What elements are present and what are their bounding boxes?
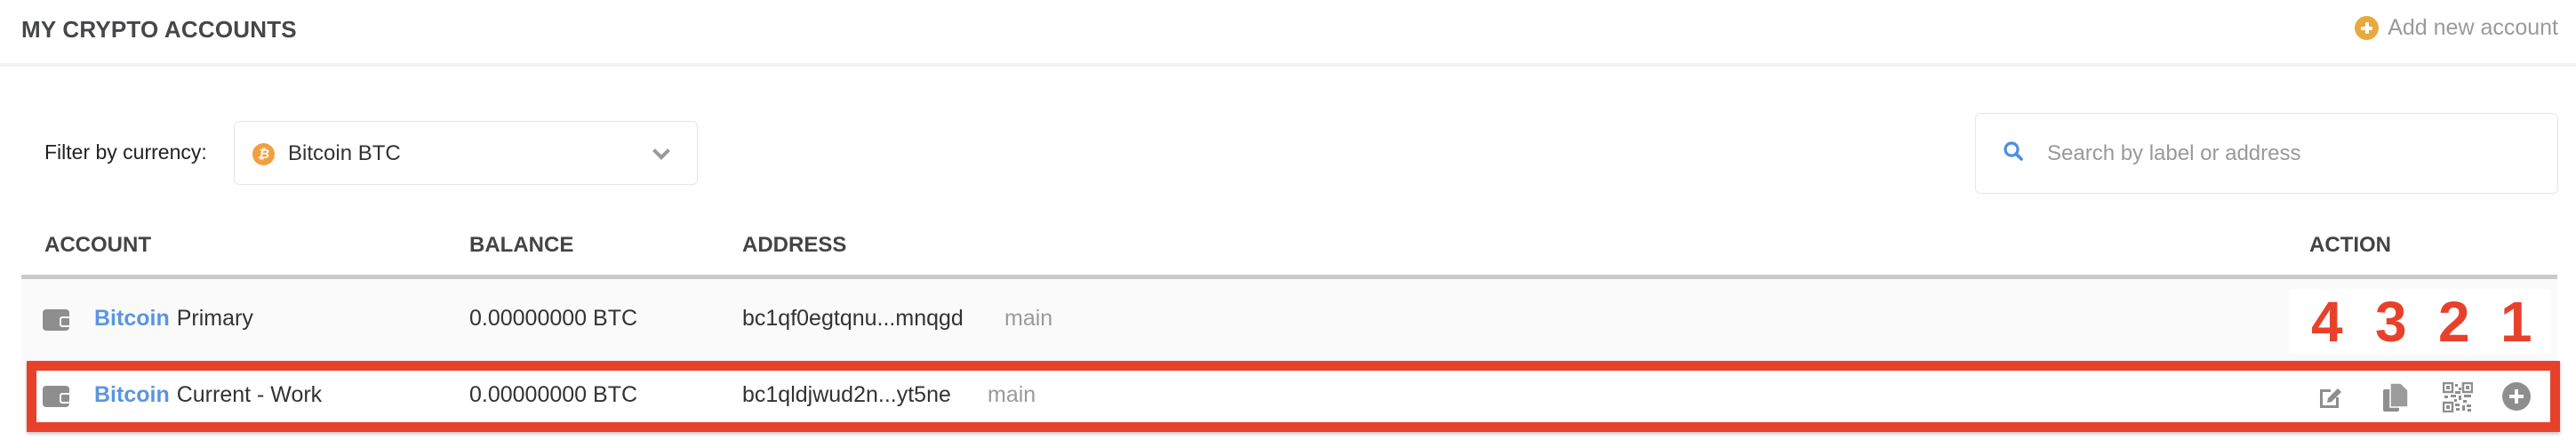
add-new-account-button[interactable]: Add new account (2355, 15, 2558, 41)
search-box (1975, 113, 2558, 194)
annotation-number: 3 (2375, 290, 2407, 354)
account-balance: 0.00000000 BTC (469, 306, 638, 331)
add-address-icon[interactable] (2502, 382, 2531, 411)
column-header-address[interactable]: ADDRESS (742, 233, 846, 258)
network-tag: main (1004, 306, 1053, 331)
bitcoin-icon: ₿ (252, 143, 275, 165)
page-title: MY CRYPTO ACCOUNTS (21, 16, 297, 43)
column-header-action: ACTION (2309, 233, 2391, 257)
account-balance: 0.00000000 BTC (469, 382, 638, 407)
annotation-number: 2 (2438, 290, 2470, 354)
qr-code-icon[interactable] (2443, 382, 2473, 412)
copy-icon[interactable] (2382, 382, 2409, 412)
network-tag: main (988, 382, 1036, 407)
account-address[interactable]: bc1qldjwud2n...yt5ne (742, 382, 951, 408)
account-label: Primary (176, 306, 253, 331)
account-label: Current - Work (176, 382, 323, 407)
page-header: MY CRYPTO ACCOUNTS Add new account (0, 0, 2576, 63)
column-header-balance[interactable]: BALANCE (469, 233, 573, 258)
annotation-number: 1 (2500, 290, 2532, 354)
chevron-down-icon (652, 142, 670, 160)
column-header-account[interactable]: ACCOUNT (44, 233, 151, 258)
add-new-account-label: Add new account (2388, 15, 2558, 40)
search-icon (2004, 141, 2023, 161)
account-address[interactable]: bc1qf0egtqnu...mnqgd (742, 306, 964, 332)
plus-circle-icon (2355, 16, 2380, 40)
search-input[interactable] (2047, 132, 2527, 176)
table-row[interactable]: Bitcoin Current - Work 0.00000000 BTC bc1… (21, 371, 2557, 422)
wallet-icon (43, 309, 71, 331)
table-row[interactable]: Bitcoin Primary 0.00000000 BTC bc1qf0egtq… (21, 279, 2557, 361)
account-name: Bitcoin Primary (94, 306, 253, 332)
currency-filter-select[interactable]: ₿ Bitcoin BTC (234, 121, 698, 185)
edit-icon[interactable] (2317, 384, 2344, 411)
filter-label: Filter by currency: (44, 140, 207, 164)
wallet-icon (43, 386, 71, 407)
account-name: Bitcoin Current - Work (94, 382, 322, 408)
account-coin-link[interactable]: Bitcoin (94, 382, 170, 407)
annotation-number: 4 (2311, 290, 2343, 354)
account-coin-link[interactable]: Bitcoin (94, 306, 170, 331)
header-divider (0, 63, 2576, 67)
currency-select-value: Bitcoin BTC (288, 141, 401, 165)
